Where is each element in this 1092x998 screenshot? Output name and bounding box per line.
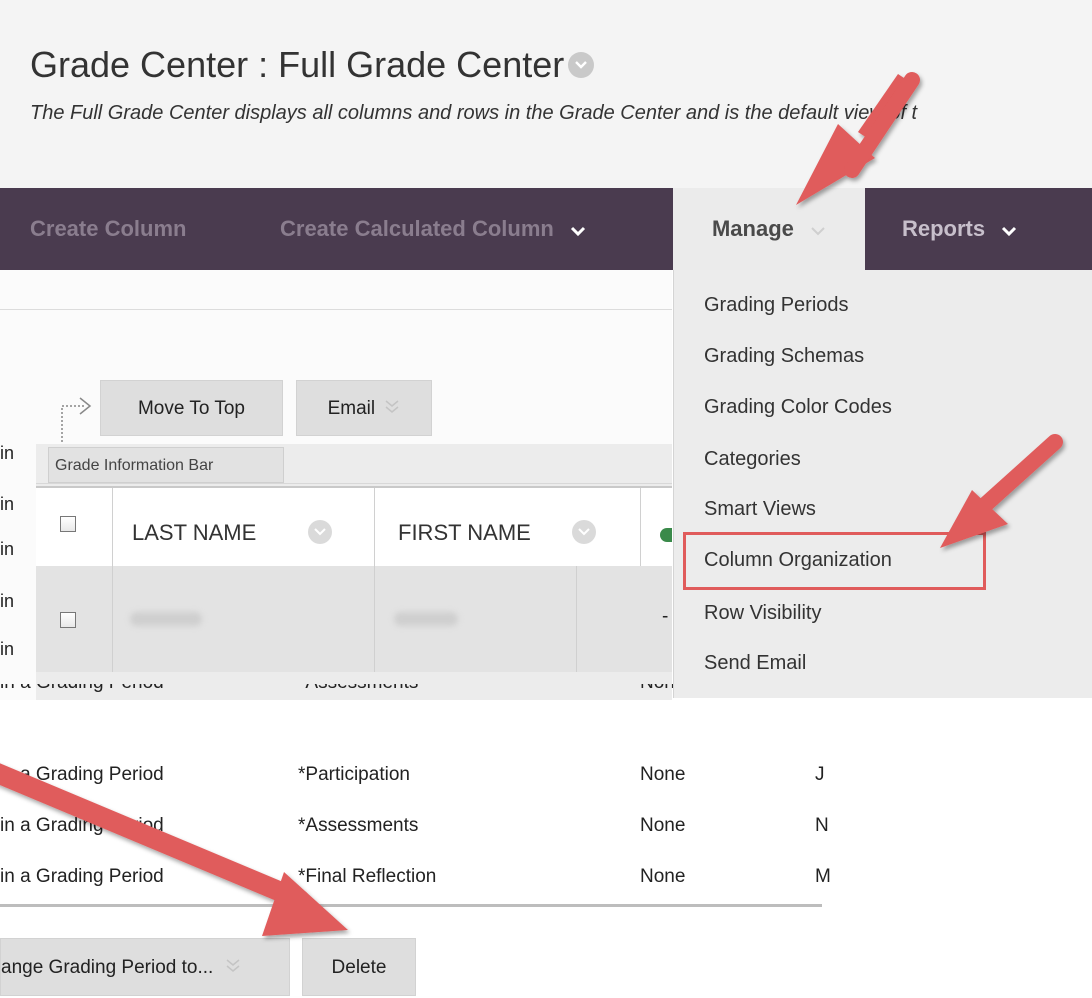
arrow-to-manage xyxy=(796,72,920,205)
arrow-to-delete xyxy=(0,763,348,936)
arrow-to-column-organization xyxy=(940,434,1063,548)
annotation-arrows xyxy=(0,72,1063,936)
